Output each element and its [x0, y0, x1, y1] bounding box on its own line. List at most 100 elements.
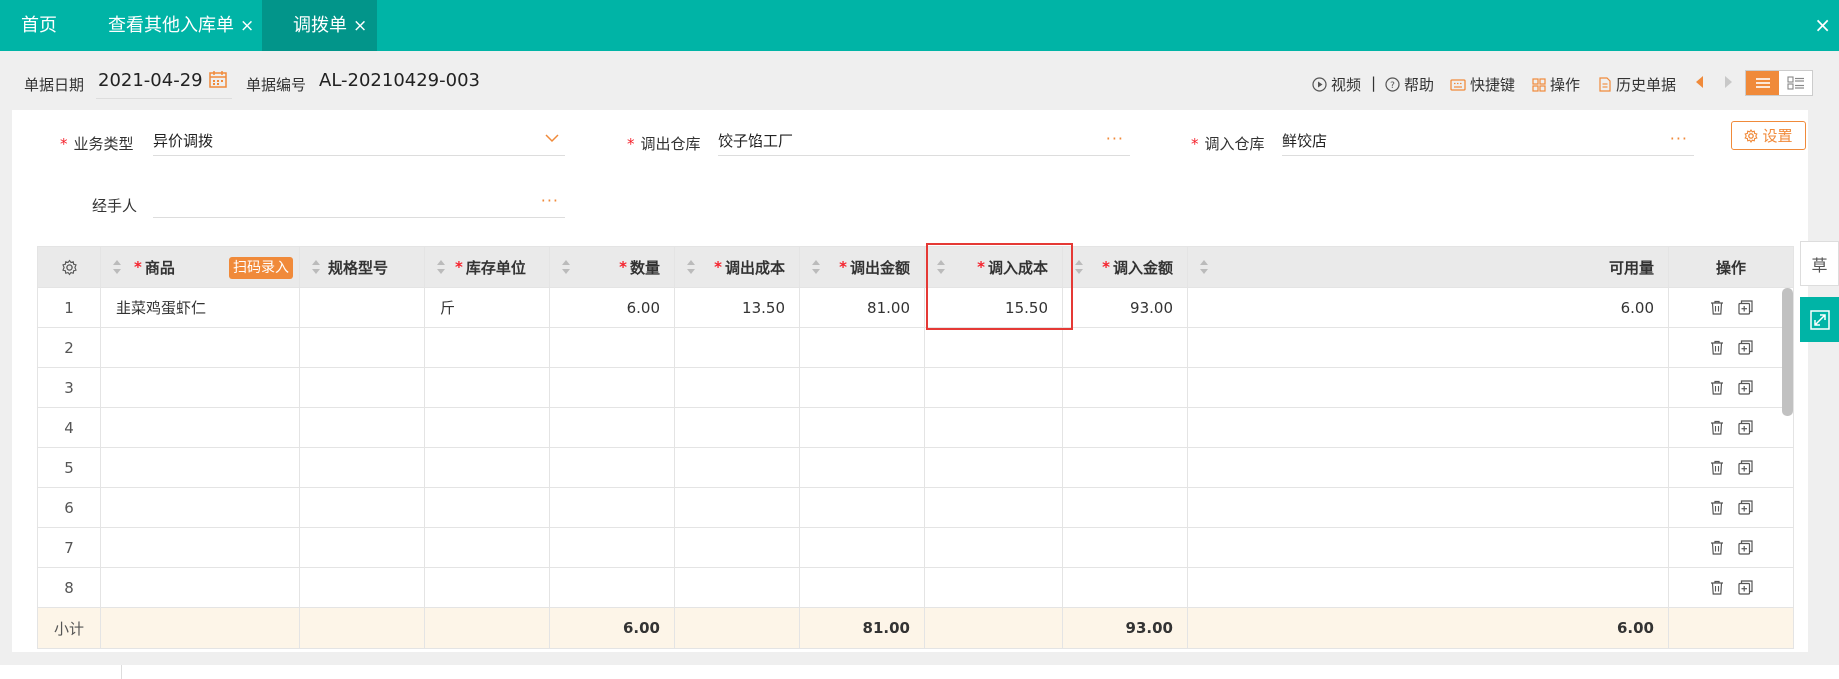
column-unit[interactable]: * 库存单位: [424, 246, 550, 288]
cell-unit[interactable]: [424, 327, 550, 368]
cell-unit[interactable]: [424, 367, 550, 408]
cell-in-cost[interactable]: [924, 447, 1063, 488]
cell-in-amount[interactable]: 93.00: [1062, 287, 1188, 328]
cell-qty[interactable]: [549, 407, 675, 448]
sort-icon[interactable]: [1075, 260, 1083, 274]
help-button[interactable]: ? 帮助: [1385, 74, 1434, 95]
column-settings-header[interactable]: [37, 246, 101, 288]
cell-unit[interactable]: [424, 447, 550, 488]
cell-available[interactable]: [1187, 327, 1669, 368]
cell-unit[interactable]: [424, 407, 550, 448]
settings-button[interactable]: 设置: [1731, 121, 1806, 150]
cell-in-amount[interactable]: [1062, 487, 1188, 528]
cell-in-amount[interactable]: [1062, 567, 1188, 608]
cell-in-cost[interactable]: [924, 567, 1063, 608]
trash-icon[interactable]: [1710, 420, 1724, 435]
detail-view-button[interactable]: [1779, 71, 1812, 95]
cell-spec[interactable]: [299, 567, 425, 608]
cell-out-amount[interactable]: 81.00: [799, 287, 925, 328]
out-warehouse-field[interactable]: 饺子馅工厂 ···: [718, 126, 1130, 156]
trash-icon[interactable]: [1710, 380, 1724, 395]
close-icon[interactable]: ×: [240, 16, 254, 36]
column-available[interactable]: 可用量: [1187, 246, 1669, 288]
table-row[interactable]: 7: [37, 527, 1794, 568]
column-qty[interactable]: * 数量: [549, 246, 675, 288]
cell-qty[interactable]: [549, 327, 675, 368]
business-type-select[interactable]: 异价调拨: [153, 126, 565, 156]
more-dots-icon[interactable]: ···: [1670, 124, 1688, 154]
copy-add-icon[interactable]: [1737, 500, 1753, 515]
next-arrow-icon[interactable]: [1724, 75, 1734, 89]
cell-unit[interactable]: [424, 527, 550, 568]
copy-add-icon[interactable]: [1737, 540, 1753, 555]
list-view-button[interactable]: [1746, 71, 1779, 95]
cell-in-cost[interactable]: 15.50: [924, 287, 1063, 328]
cell-out-cost[interactable]: 13.50: [674, 287, 800, 328]
cell-qty[interactable]: [549, 527, 675, 568]
cell-out-cost[interactable]: [674, 527, 800, 568]
cell-unit[interactable]: 斤: [424, 287, 550, 328]
table-row[interactable]: 6: [37, 487, 1794, 528]
cell-out-cost[interactable]: [674, 327, 800, 368]
expand-side-button[interactable]: [1800, 297, 1839, 342]
copy-add-icon[interactable]: [1737, 380, 1753, 395]
cell-product[interactable]: 韭菜鸡蛋虾仁: [100, 287, 300, 328]
cell-available[interactable]: 6.00: [1187, 287, 1669, 328]
cell-in-cost[interactable]: [924, 527, 1063, 568]
cell-out-cost[interactable]: [674, 447, 800, 488]
cell-out-cost[interactable]: [674, 407, 800, 448]
cell-out-amount[interactable]: [799, 567, 925, 608]
in-warehouse-field[interactable]: 鲜饺店 ···: [1282, 126, 1694, 156]
cell-product[interactable]: [100, 367, 300, 408]
cell-spec[interactable]: [299, 407, 425, 448]
operations-button[interactable]: 操作: [1532, 74, 1580, 95]
table-row[interactable]: 1 韭菜鸡蛋虾仁斤 6.00 13.50 81.00 15.50 93.00 6.00: [37, 287, 1794, 328]
copy-add-icon[interactable]: [1737, 420, 1753, 435]
cell-unit[interactable]: [424, 487, 550, 528]
column-in-amount[interactable]: * 调入金额: [1062, 246, 1188, 288]
column-spec[interactable]: 规格型号: [299, 246, 425, 288]
cell-available[interactable]: [1187, 407, 1669, 448]
cell-spec[interactable]: [299, 487, 425, 528]
column-out-amount[interactable]: * 调出金额: [799, 246, 925, 288]
sort-icon[interactable]: [687, 260, 695, 274]
close-icon[interactable]: ×: [353, 16, 367, 36]
sort-icon[interactable]: [562, 260, 570, 274]
tab-view-other-inbound[interactable]: 查看其他入库单 ×: [108, 0, 254, 51]
copy-add-icon[interactable]: [1737, 460, 1753, 475]
cell-in-cost[interactable]: [924, 327, 1063, 368]
cell-available[interactable]: [1187, 527, 1669, 568]
sort-icon[interactable]: [812, 260, 820, 274]
cell-qty[interactable]: [549, 367, 675, 408]
cell-qty[interactable]: 6.00: [549, 287, 675, 328]
trash-icon[interactable]: [1710, 540, 1724, 555]
cell-out-cost[interactable]: [674, 567, 800, 608]
cell-out-amount[interactable]: [799, 407, 925, 448]
cell-available[interactable]: [1187, 487, 1669, 528]
cell-out-amount[interactable]: [799, 487, 925, 528]
table-row[interactable]: 2: [37, 327, 1794, 368]
calendar-icon[interactable]: [209, 70, 227, 88]
cell-product[interactable]: [100, 567, 300, 608]
tab-transfer-order[interactable]: 调拨单 ×: [262, 0, 377, 51]
sort-icon[interactable]: [312, 260, 320, 274]
table-row[interactable]: 3: [37, 367, 1794, 408]
cell-in-amount[interactable]: [1062, 527, 1188, 568]
sort-icon[interactable]: [937, 260, 945, 274]
table-row[interactable]: 5: [37, 447, 1794, 488]
cell-product[interactable]: [100, 447, 300, 488]
trash-icon[interactable]: [1710, 500, 1724, 515]
cell-in-amount[interactable]: [1062, 327, 1188, 368]
cell-out-amount[interactable]: [799, 527, 925, 568]
cell-out-cost[interactable]: [674, 487, 800, 528]
video-button[interactable]: 视频: [1312, 74, 1361, 95]
sort-icon[interactable]: [437, 260, 445, 274]
copy-add-icon[interactable]: [1737, 580, 1753, 595]
sort-icon[interactable]: [1200, 260, 1208, 274]
cell-spec[interactable]: [299, 447, 425, 488]
cell-qty[interactable]: [549, 567, 675, 608]
history-button[interactable]: 历史单据: [1598, 74, 1676, 95]
copy-add-icon[interactable]: [1737, 340, 1753, 355]
window-close-icon[interactable]: ×: [1814, 0, 1831, 51]
table-row[interactable]: 4: [37, 407, 1794, 448]
